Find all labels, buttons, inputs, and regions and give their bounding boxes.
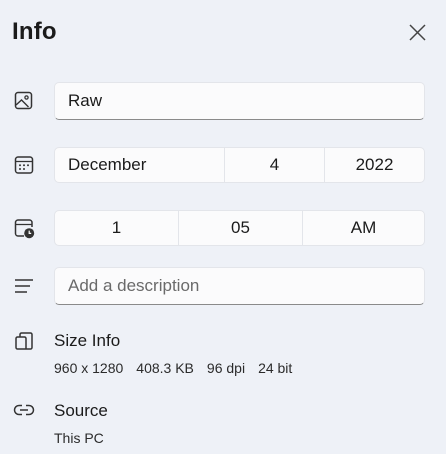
file-size: 408.3 KB xyxy=(136,360,194,376)
minute-selector[interactable]: 05 xyxy=(179,211,303,245)
image-icon xyxy=(12,89,36,113)
size-info-details: 960 x 1280 408.3 KB 96 dpi 24 bit xyxy=(54,360,305,376)
calendar-icon xyxy=(12,153,36,177)
image-dimensions: 960 x 1280 xyxy=(54,360,124,376)
close-button[interactable] xyxy=(405,21,429,45)
size-info-icon xyxy=(12,329,36,353)
year-selector[interactable]: 2022 xyxy=(325,148,424,182)
link-icon xyxy=(12,398,36,422)
title-input[interactable]: Raw xyxy=(54,82,425,120)
size-info-title: Size Info xyxy=(54,331,121,350)
description-input[interactable]: Add a description xyxy=(54,267,425,305)
panel-title: Info xyxy=(12,18,57,45)
time-picker[interactable]: 1 05 AM xyxy=(54,210,425,246)
period-selector[interactable]: AM xyxy=(303,211,424,245)
close-icon xyxy=(409,24,426,41)
month-selector[interactable]: December xyxy=(55,148,225,182)
clock-calendar-icon xyxy=(12,216,36,240)
bit-depth: 24 bit xyxy=(258,360,293,376)
source-value: This PC xyxy=(54,430,104,446)
description-lines-icon xyxy=(12,274,36,298)
source-title: Source xyxy=(54,401,108,420)
day-selector[interactable]: 4 xyxy=(225,148,325,182)
image-dpi: 96 dpi xyxy=(206,360,246,376)
date-picker[interactable]: December 4 2022 xyxy=(54,147,425,183)
hour-selector[interactable]: 1 xyxy=(55,211,179,245)
